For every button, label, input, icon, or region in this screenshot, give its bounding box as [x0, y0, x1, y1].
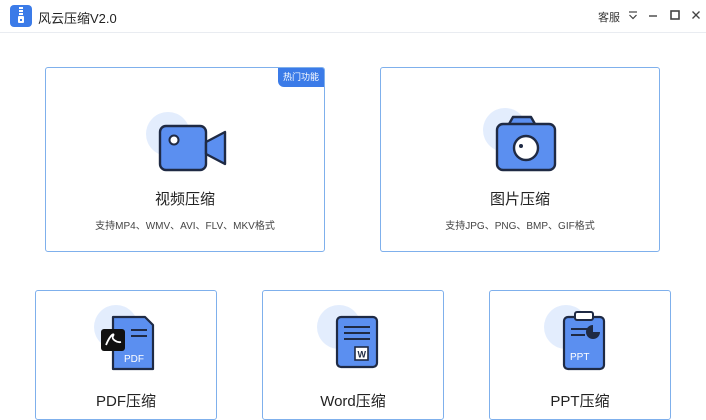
maximize-icon[interactable]	[668, 8, 682, 22]
pdf-compress-card[interactable]: PDF PDF压缩	[35, 290, 217, 420]
video-camera-icon	[146, 112, 227, 172]
pdf-icon-text: PDF	[124, 354, 144, 365]
image-compress-title: 图片压缩	[489, 191, 550, 208]
image-compress-desc: 支持JPG、PNG、BMP、GIF格式	[445, 221, 595, 232]
ppt-compress-card[interactable]: PPT PPT压缩	[489, 290, 671, 420]
customer-service-link[interactable]: 客服	[598, 9, 620, 25]
word-compress-card[interactable]: W Word压缩	[262, 290, 444, 420]
title-bar: 风云压缩V2.0 客服	[0, 0, 706, 33]
word-compress-title: Word压缩	[320, 393, 386, 410]
app-title: 风云压缩V2.0	[38, 11, 117, 26]
minimize-icon[interactable]	[646, 8, 660, 22]
image-compress-card[interactable]: 图片压缩 支持JPG、PNG、BMP、GIF格式	[380, 67, 660, 252]
ppt-file-icon: PPT	[544, 305, 606, 371]
zip-app-icon	[10, 5, 32, 27]
pdf-file-icon: PDF	[94, 305, 155, 371]
menu-dropdown-icon[interactable]	[626, 8, 640, 22]
video-compress-card[interactable]: 热门功能 视频压缩 支持MP4、WMV、AVI、FLV、MKV格式	[45, 67, 325, 252]
camera-icon	[483, 108, 557, 172]
video-compress-title: 视频压缩	[154, 191, 215, 208]
video-compress-desc: 支持MP4、WMV、AVI、FLV、MKV格式	[95, 221, 275, 232]
word-file-icon: W	[317, 305, 379, 369]
ppt-icon-text: PPT	[570, 352, 589, 363]
close-icon[interactable]	[689, 8, 703, 22]
word-icon-text: W	[358, 350, 367, 360]
pdf-compress-title: PDF压缩	[95, 393, 156, 410]
hot-feature-badge: 热门功能	[278, 68, 324, 87]
ppt-compress-title: PPT压缩	[550, 393, 610, 410]
